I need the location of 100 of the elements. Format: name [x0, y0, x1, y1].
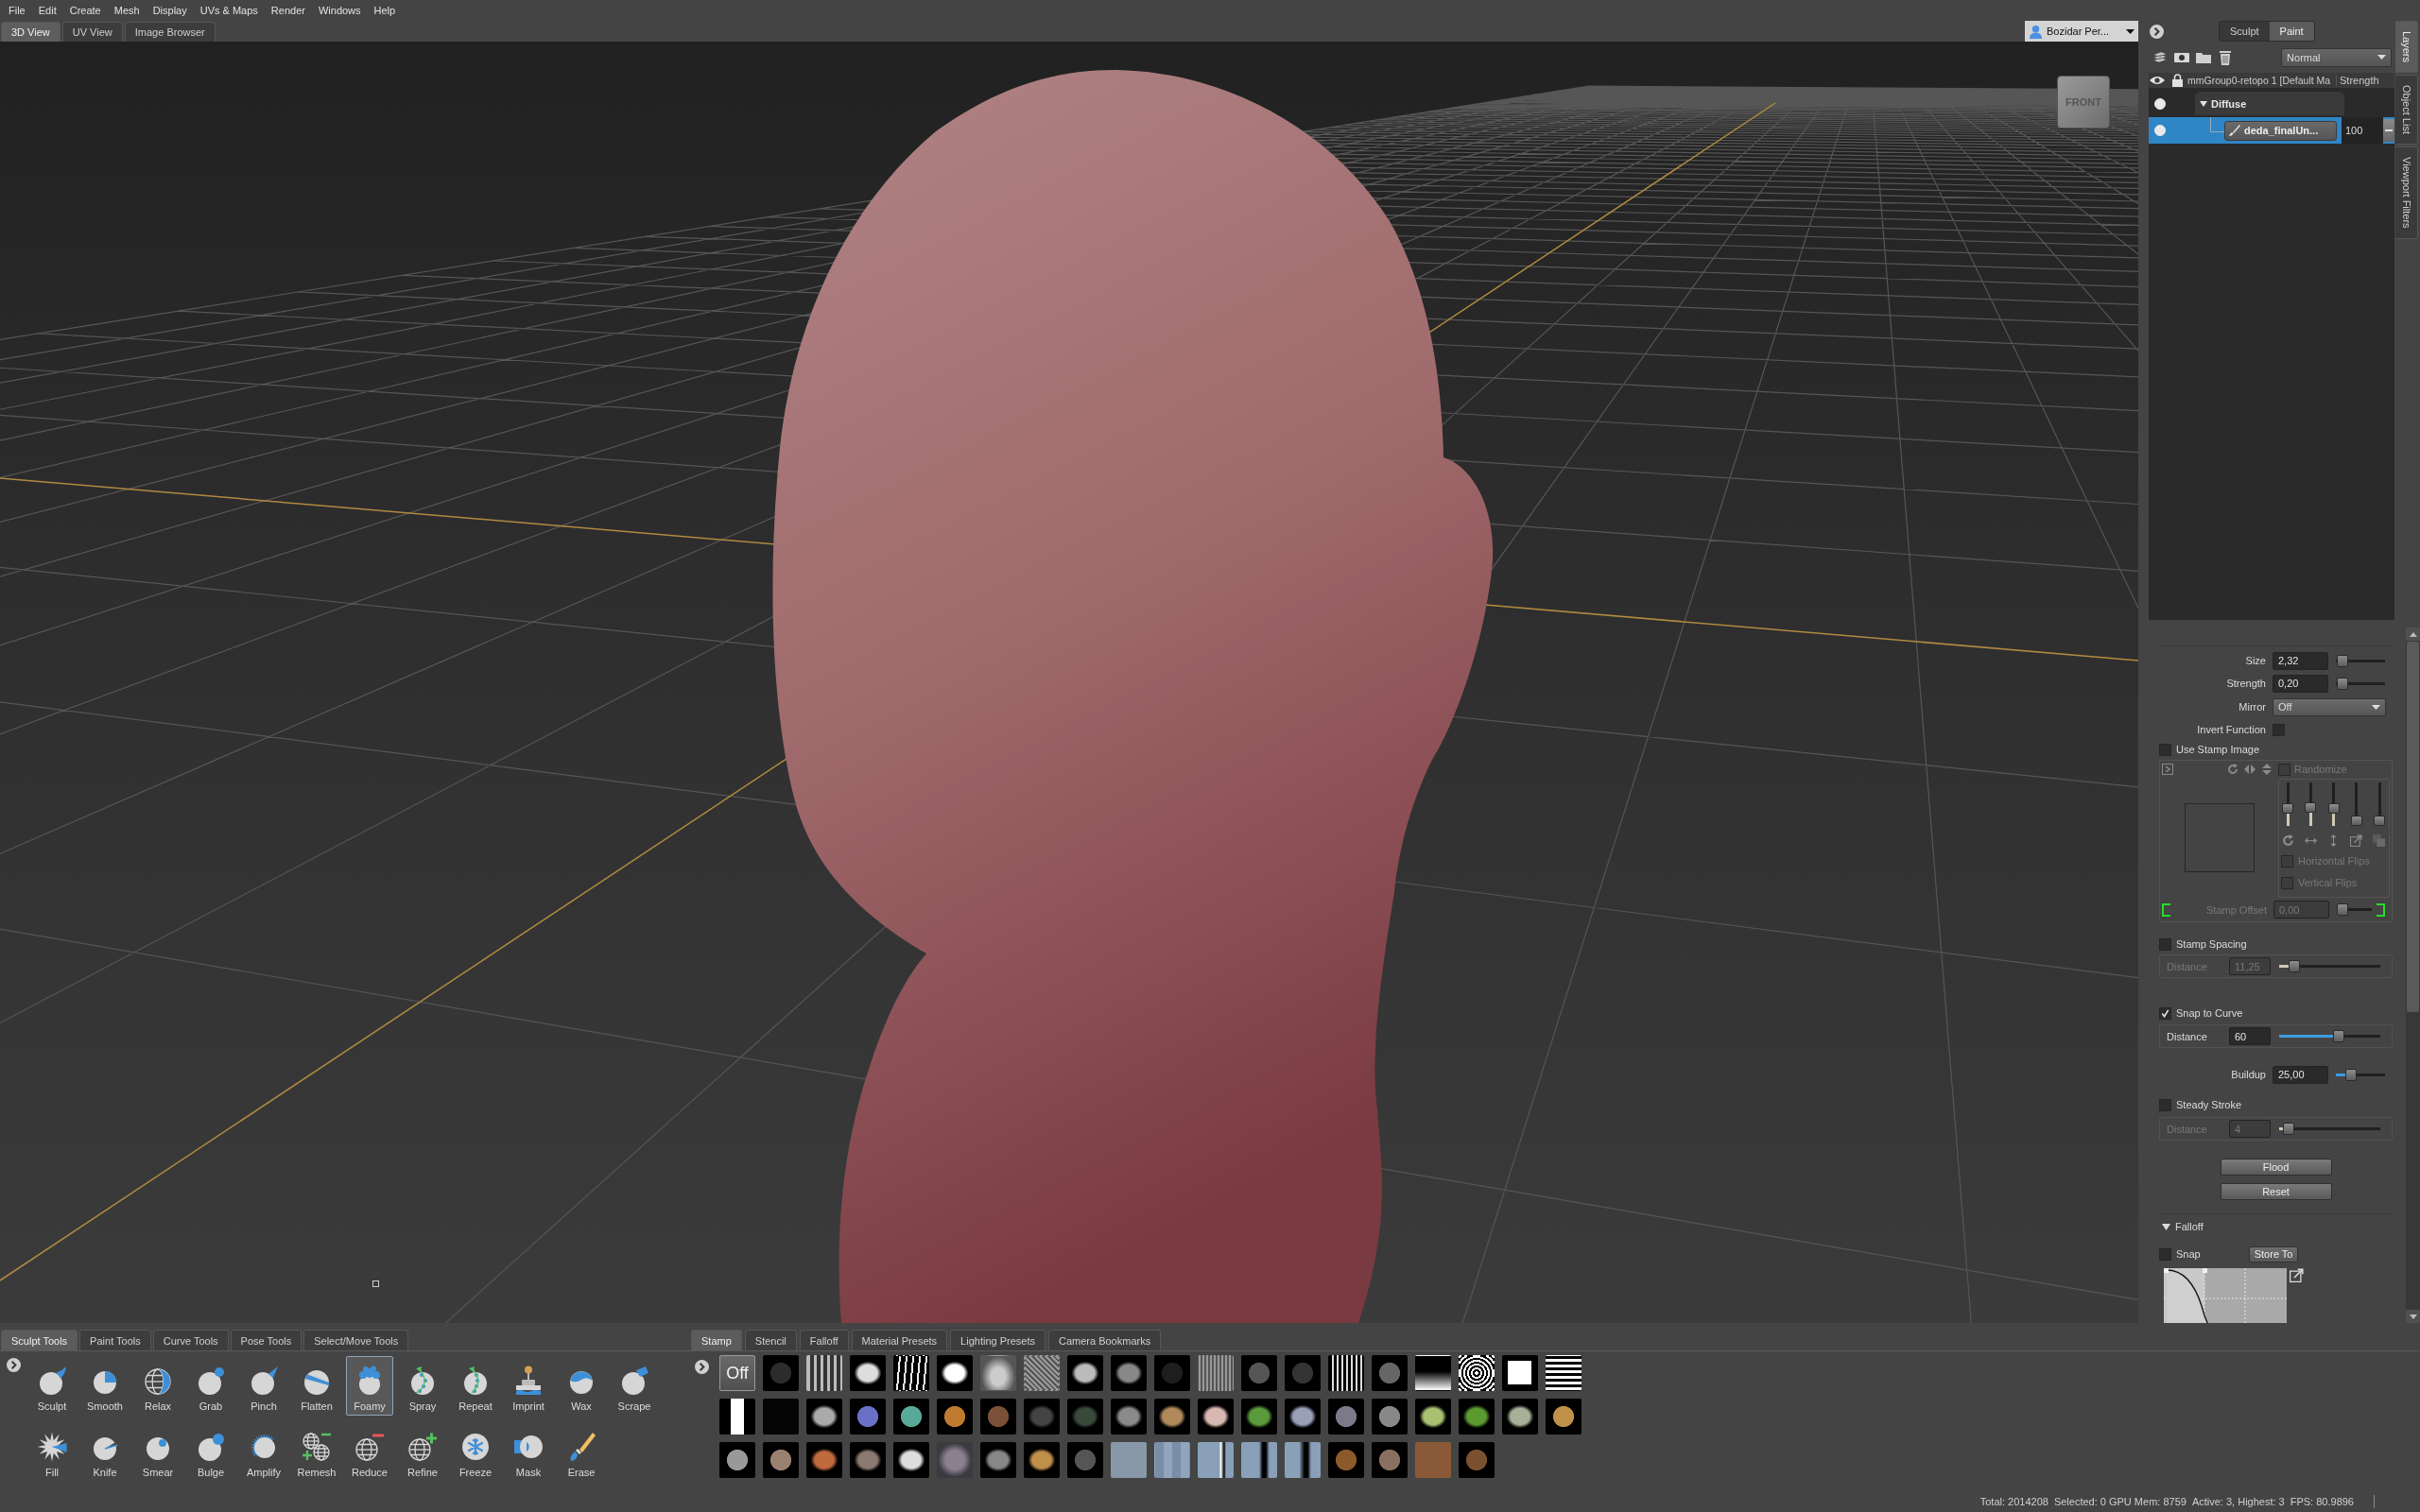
stamp-thumbnail[interactable]	[1546, 1355, 1582, 1391]
stamp-thumbnail[interactable]	[1415, 1399, 1451, 1435]
stamp-thumbnail[interactable]	[850, 1442, 886, 1478]
tool-button[interactable]: Scrape	[611, 1356, 658, 1416]
tool-button[interactable]: Pinch	[240, 1356, 287, 1416]
slider-handle[interactable]	[2289, 960, 2301, 972]
slider-handle[interactable]	[2336, 654, 2348, 667]
user-dropdown[interactable]: Bozidar Per...	[2025, 21, 2138, 42]
mode-tab[interactable]: Paint	[2269, 22, 2314, 41]
checkbox[interactable]	[2159, 1247, 2171, 1261]
menu-item[interactable]: File	[2, 5, 32, 16]
tray-tab[interactable]: Camera Bookmarks	[1047, 1330, 1162, 1350]
chevron-right-icon[interactable]	[695, 1360, 709, 1374]
checkbox[interactable]	[2159, 1098, 2171, 1111]
tool-button[interactable]: Smear	[134, 1422, 182, 1482]
stamp-thumbnail[interactable]	[806, 1399, 842, 1435]
stamp-thumbnail[interactable]	[1067, 1442, 1103, 1478]
menu-item[interactable]: Render	[264, 5, 312, 16]
side-tab[interactable]: Layers	[2395, 21, 2419, 74]
strength-value[interactable]: 100	[2342, 117, 2383, 144]
checkbox[interactable]	[2159, 1006, 2171, 1020]
tool-button[interactable]: Reduce	[346, 1422, 393, 1482]
stamp-thumbnail[interactable]	[1328, 1442, 1364, 1478]
layers-stack-icon[interactable]	[2152, 49, 2168, 65]
stamp-thumbnail[interactable]	[850, 1399, 886, 1435]
slider-handle[interactable]	[2336, 677, 2348, 690]
tool-button[interactable]: Sculpt	[28, 1356, 76, 1416]
tool-button[interactable]: Imprint	[505, 1356, 552, 1416]
menu-item[interactable]: Create	[62, 5, 108, 16]
tool-button[interactable]: Freeze	[452, 1422, 499, 1482]
tool-button[interactable]: Bulge	[187, 1422, 234, 1482]
rotate-icon[interactable]	[2227, 764, 2238, 775]
slider-handle[interactable]	[2305, 802, 2317, 814]
stamp-thumbnail[interactable]	[1459, 1442, 1495, 1478]
slider-handle[interactable]	[2337, 903, 2348, 916]
number-field[interactable]: 2,32	[2273, 651, 2328, 670]
menu-item[interactable]: Display	[146, 5, 194, 16]
view-tab[interactable]: 3D View	[1, 22, 60, 42]
menu-item[interactable]: Windows	[311, 5, 368, 16]
stamp-thumbnail[interactable]	[719, 1399, 755, 1435]
tray-tab[interactable]: Stamp	[691, 1330, 742, 1350]
view-tab[interactable]: UV View	[61, 22, 123, 42]
side-tab[interactable]: Object List	[2395, 75, 2419, 145]
stamp-thumbnail[interactable]	[806, 1355, 842, 1391]
stamp-thumbnail[interactable]	[1154, 1442, 1190, 1478]
stamp-thumbnail[interactable]	[806, 1442, 842, 1478]
tool-button[interactable]: Knife	[81, 1422, 129, 1482]
slider-handle[interactable]	[2333, 1030, 2344, 1042]
tool-button[interactable]: Repeat	[452, 1356, 499, 1416]
number-field[interactable]: 25,00	[2273, 1065, 2328, 1084]
lock-icon[interactable]	[2172, 74, 2183, 87]
bracket-icon[interactable]	[2161, 902, 2171, 917]
stamp-thumbnail[interactable]	[1111, 1355, 1147, 1391]
stamp-thumbnail[interactable]	[1024, 1442, 1060, 1478]
slider-handle[interactable]	[2282, 803, 2293, 815]
tray-tab[interactable]: Lighting Presets	[950, 1330, 1046, 1350]
mode-tab[interactable]: Sculpt	[2220, 22, 2270, 41]
stamp-thumbnail[interactable]	[1154, 1355, 1190, 1391]
scrollbar[interactable]	[2406, 627, 2420, 1323]
tool-button[interactable]: Relax	[134, 1356, 182, 1416]
tool-tab[interactable]: Curve Tools	[152, 1330, 229, 1350]
stamp-thumbnail[interactable]	[1328, 1399, 1364, 1435]
action-button[interactable]: Flood	[2220, 1159, 2332, 1176]
slider-handle[interactable]	[2374, 815, 2385, 826]
tool-button[interactable]: Remesh	[293, 1422, 340, 1482]
tool-button[interactable]: Fill	[28, 1422, 76, 1482]
stamp-thumbnail[interactable]	[763, 1442, 799, 1478]
tray-tab[interactable]: Material Presets	[851, 1330, 948, 1350]
stamp-thumbnail[interactable]	[1198, 1355, 1234, 1391]
chevron-right-icon[interactable]	[7, 1358, 21, 1372]
stamp-thumbnail[interactable]	[1067, 1399, 1103, 1435]
slider-handle[interactable]	[2350, 815, 2362, 826]
stamp-thumbnail[interactable]	[1372, 1399, 1408, 1435]
mirror-dropdown[interactable]: Off	[2273, 697, 2386, 716]
stamp-thumbnail[interactable]	[763, 1399, 799, 1435]
visibility-dot-icon[interactable]	[2154, 125, 2166, 136]
stamp-thumbnail[interactable]	[1502, 1355, 1538, 1391]
stamp-thumbnail[interactable]	[980, 1442, 1016, 1478]
stamp-thumbnail[interactable]	[1024, 1399, 1060, 1435]
checkbox[interactable]	[2273, 723, 2285, 736]
menu-item[interactable]: Edit	[31, 5, 63, 16]
stamp-thumbnail[interactable]	[1285, 1399, 1321, 1435]
stamp-thumbnail[interactable]	[1241, 1355, 1277, 1391]
stamp-thumbnail[interactable]	[937, 1442, 973, 1478]
channel-header[interactable]: Diffuse	[2195, 92, 2344, 115]
tool-button[interactable]: Wax	[558, 1356, 605, 1416]
eye-icon[interactable]	[2150, 75, 2165, 86]
stamp-thumbnail[interactable]	[1372, 1355, 1408, 1391]
stamp-thumbnail[interactable]	[1328, 1355, 1364, 1391]
tool-button[interactable]: Flatten	[293, 1356, 340, 1416]
scrollbar-thumb[interactable]	[2407, 642, 2419, 1012]
tool-button[interactable]: Erase	[558, 1422, 605, 1482]
slider-handle[interactable]	[2282, 1123, 2294, 1135]
rotate-icon[interactable]	[2282, 834, 2294, 847]
stamp-thumbnail[interactable]	[937, 1355, 973, 1391]
layer-row[interactable]: deda_finalUn... 100	[2149, 117, 2395, 144]
view-tab[interactable]: Image Browser	[124, 22, 216, 42]
expand-triangle-icon[interactable]	[2162, 1222, 2170, 1231]
stamp-thumbnail[interactable]	[980, 1399, 1016, 1435]
stamp-thumbnail[interactable]: Off	[719, 1355, 755, 1391]
